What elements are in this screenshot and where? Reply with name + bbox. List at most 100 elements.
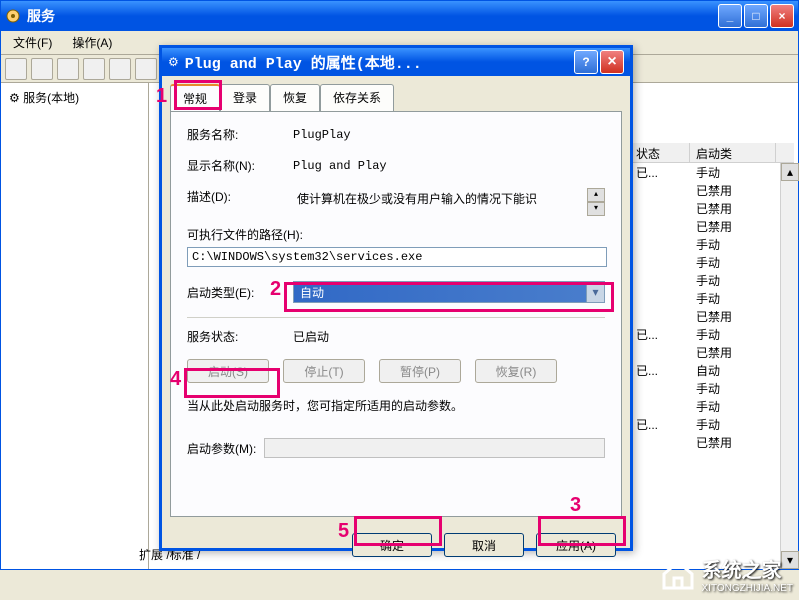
close-button[interactable]: × bbox=[770, 4, 794, 28]
divider bbox=[187, 317, 605, 318]
vertical-scrollbar[interactable]: ▴ ▾ bbox=[780, 163, 798, 569]
cell-startup: 已禁用 bbox=[690, 217, 776, 235]
ok-button[interactable]: 确定 bbox=[352, 533, 432, 557]
cancel-button[interactable]: 取消 bbox=[444, 533, 524, 557]
toolbar-prop-button[interactable] bbox=[57, 58, 79, 80]
toolbar-back-button[interactable] bbox=[5, 58, 27, 80]
minimize-button[interactable]: _ bbox=[718, 4, 742, 28]
list-item[interactable]: 已...手动 bbox=[630, 415, 794, 433]
chevron-down-icon[interactable]: ▾ bbox=[586, 282, 604, 302]
help-button[interactable]: ? bbox=[574, 50, 598, 74]
description-scroll[interactable]: ▴ ▾ bbox=[587, 188, 605, 216]
cell-status: 已... bbox=[630, 415, 690, 433]
list-item[interactable]: 手动 bbox=[630, 271, 794, 289]
display-name-value: Plug and Play bbox=[293, 159, 605, 173]
tab-recovery[interactable]: 恢复 bbox=[270, 84, 320, 111]
start-button[interactable]: 启动(S) bbox=[187, 359, 269, 383]
cell-status: 已... bbox=[630, 361, 690, 379]
list-item[interactable]: 手动 bbox=[630, 379, 794, 397]
cell-startup: 手动 bbox=[690, 271, 776, 289]
pause-button[interactable]: 暂停(P) bbox=[379, 359, 461, 383]
menu-action[interactable]: 操作(A) bbox=[64, 32, 120, 53]
list-item[interactable]: 已...手动 bbox=[630, 163, 794, 181]
tree-pane: ⚙ 服务(本地) bbox=[1, 83, 149, 569]
cell-status bbox=[630, 289, 690, 307]
tab-general[interactable]: 常规 bbox=[170, 84, 220, 111]
list-item[interactable]: 已禁用 bbox=[630, 307, 794, 325]
list-rows: 已...手动已禁用已禁用已禁用手动手动手动手动已禁用已...手动已禁用已...自… bbox=[630, 163, 794, 451]
maximize-button[interactable]: □ bbox=[744, 4, 768, 28]
dialog-icon: ⚙ bbox=[168, 55, 179, 69]
stop-button[interactable]: 停止(T) bbox=[283, 359, 365, 383]
service-status-label: 服务状态: bbox=[187, 328, 293, 345]
cell-status bbox=[630, 343, 690, 361]
tab-strip: 常规 登录 恢复 依存关系 bbox=[162, 76, 630, 111]
cell-startup: 手动 bbox=[690, 289, 776, 307]
cell-startup: 已禁用 bbox=[690, 307, 776, 325]
desc-scroll-down-icon[interactable]: ▾ bbox=[587, 202, 605, 216]
service-status-value: 已启动 bbox=[293, 328, 605, 345]
display-name-label: 显示名称(N): bbox=[187, 157, 293, 174]
toolbar-refresh-button[interactable] bbox=[83, 58, 105, 80]
service-name-value: PlugPlay bbox=[293, 128, 605, 142]
menu-file[interactable]: 文件(F) bbox=[5, 32, 60, 53]
cell-startup: 手动 bbox=[690, 379, 776, 397]
list-item[interactable]: 已...手动 bbox=[630, 325, 794, 343]
start-params-input bbox=[264, 438, 605, 458]
cell-startup: 手动 bbox=[690, 397, 776, 415]
dialog-titlebar[interactable]: ⚙ Plug and Play 的属性(本地... ? × bbox=[162, 48, 630, 76]
apply-button[interactable]: 应用(A) bbox=[536, 533, 616, 557]
toolbar-export-button[interactable] bbox=[109, 58, 131, 80]
cell-status bbox=[630, 271, 690, 289]
cell-status bbox=[630, 217, 690, 235]
toolbar-help-button[interactable] bbox=[135, 58, 157, 80]
tree-root[interactable]: ⚙ 服务(本地) bbox=[5, 87, 144, 108]
description-value: 使计算机在极少或没有用户输入的情况下能识 bbox=[293, 188, 587, 209]
services-icon bbox=[5, 8, 21, 24]
resume-button[interactable]: 恢复(R) bbox=[475, 359, 557, 383]
cell-startup: 已禁用 bbox=[690, 343, 776, 361]
list-item[interactable]: 已禁用 bbox=[630, 343, 794, 361]
cell-status bbox=[630, 307, 690, 325]
startup-type-value: 自动 bbox=[300, 284, 324, 301]
list-item[interactable]: 已禁用 bbox=[630, 181, 794, 199]
watermark-text-1: 系统之家 bbox=[702, 554, 794, 583]
cell-status bbox=[630, 433, 690, 451]
cell-startup: 已禁用 bbox=[690, 199, 776, 217]
cell-status bbox=[630, 199, 690, 217]
cell-status bbox=[630, 235, 690, 253]
toolbar-forward-button[interactable] bbox=[31, 58, 53, 80]
start-params-label: 启动参数(M): bbox=[187, 440, 256, 457]
exe-path-input[interactable]: C:\WINDOWS\system32\services.exe bbox=[187, 247, 607, 267]
tab-logon[interactable]: 登录 bbox=[220, 84, 270, 111]
list-item[interactable]: 手动 bbox=[630, 253, 794, 271]
dialog-footer: 确定 取消 应用(A) bbox=[162, 525, 630, 557]
description-label: 描述(D): bbox=[187, 188, 293, 205]
list-item[interactable]: 手动 bbox=[630, 397, 794, 415]
watermark: 系统之家 XITONGZHIJIA.NET bbox=[660, 554, 794, 594]
watermark-text-2: XITONGZHIJIA.NET bbox=[702, 583, 794, 594]
list-item[interactable]: 已...自动 bbox=[630, 361, 794, 379]
scroll-up-icon[interactable]: ▴ bbox=[781, 163, 799, 181]
tab-dependencies[interactable]: 依存关系 bbox=[320, 84, 394, 111]
house-icon bbox=[660, 556, 696, 592]
help-text: 当从此处启动服务时，您可指定所适用的启动参数。 bbox=[187, 397, 605, 414]
main-titlebar[interactable]: 服务 _ □ × bbox=[1, 1, 798, 31]
cell-startup: 手动 bbox=[690, 415, 776, 433]
startup-type-combo[interactable]: 自动 ▾ bbox=[293, 281, 605, 303]
startup-type-label: 启动类型(E): bbox=[187, 284, 293, 301]
cell-status: 已... bbox=[630, 325, 690, 343]
dialog-close-button[interactable]: × bbox=[600, 50, 624, 74]
cell-status bbox=[630, 379, 690, 397]
desc-scroll-up-icon[interactable]: ▴ bbox=[587, 188, 605, 202]
list-item[interactable]: 手动 bbox=[630, 289, 794, 307]
services-local-icon: ⚙ bbox=[9, 91, 20, 105]
list-item[interactable]: 已禁用 bbox=[630, 217, 794, 235]
cell-startup: 自动 bbox=[690, 361, 776, 379]
col-startup[interactable]: 启动类 bbox=[690, 143, 776, 162]
col-status[interactable]: 状态 bbox=[630, 143, 690, 162]
list-item[interactable]: 已禁用 bbox=[630, 199, 794, 217]
list-item[interactable]: 手动 bbox=[630, 235, 794, 253]
list-item[interactable]: 已禁用 bbox=[630, 433, 794, 451]
cell-startup: 手动 bbox=[690, 253, 776, 271]
